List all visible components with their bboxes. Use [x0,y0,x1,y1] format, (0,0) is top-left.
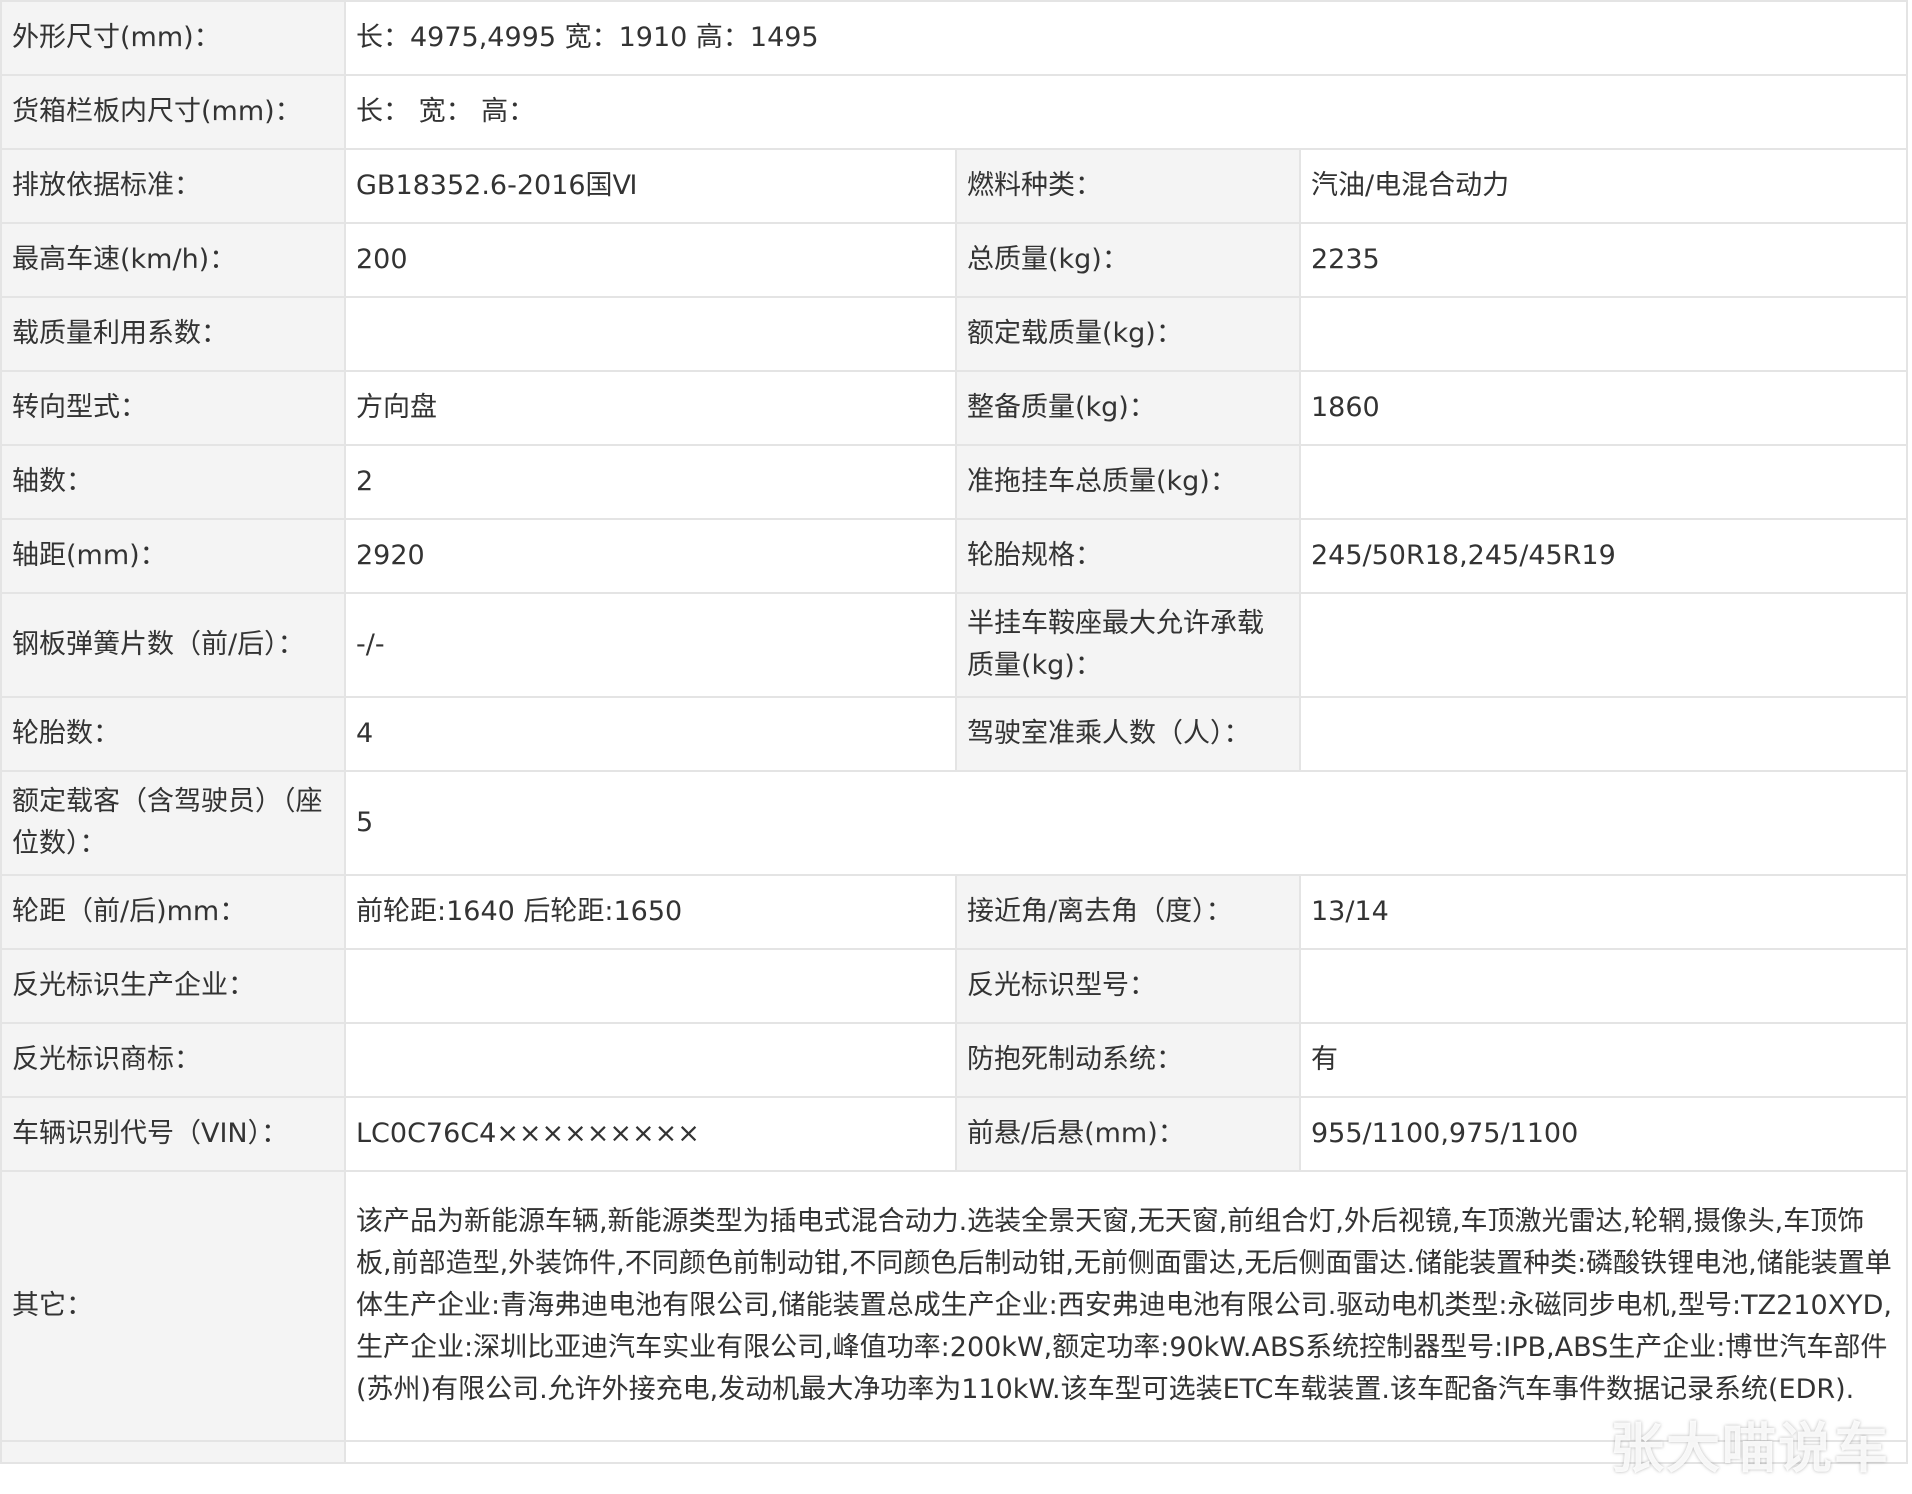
table-row: 轴距(mm)： 2920 轮胎规格： 245/50R18,245/45R19 [0,518,1909,594]
reflector-brand-value [344,1022,957,1098]
reflector-model-value [1298,948,1909,1024]
track-value: 前轮距:1640 后轮距:1650 [344,874,957,950]
axles-value: 2 [344,444,957,520]
wheelbase-label: 轴距(mm)： [0,518,346,594]
trailer-mass-label: 准拖挂车总质量(kg)： [955,444,1301,520]
table-row: 轴数： 2 准拖挂车总质量(kg)： [0,444,1909,520]
abs-label: 防抱死制动系统： [955,1022,1301,1098]
rated-load-label: 额定载质量(kg)： [955,296,1301,372]
passengers-value: 5 [343,770,1909,876]
gross-mass-value: 2235 [1298,222,1909,298]
gross-mass-label: 总质量(kg)： [955,222,1301,298]
load-factor-label: 载质量利用系数： [0,296,346,372]
cab-occupants-value [1298,696,1909,772]
vin-label: 车辆识别代号（VIN）： [0,1096,346,1172]
reflector-maker-value [344,948,957,1024]
vehicle-spec-table: 外形尺寸(mm)： 长：4975,4995 宽：1910 高：1495 货箱栏板… [0,0,1909,1464]
axles-label: 轴数： [0,444,346,520]
curb-mass-label: 整备质量(kg)： [955,370,1301,446]
cab-occupants-label: 驾驶室准乘人数（人）： [955,696,1301,772]
empty-cell [0,1440,346,1464]
table-row: 轮距（前/后)mm： 前轮距:1640 后轮距:1650 接近角/离去角（度）：… [0,874,1909,950]
table-row: 钢板弹簧片数（前/后）： -/- 半挂车鞍座最大允许承载质量(kg)： [0,592,1909,698]
abs-value: 有 [1298,1022,1909,1098]
table-row: 反光标识商标： 防抱死制动系统： 有 [0,1022,1909,1098]
leaf-springs-value: -/- [344,592,957,698]
table-row: 货箱栏板内尺寸(mm)： 长： 宽： 高： [0,74,1909,150]
saddle-load-value [1298,592,1909,698]
vin-value: LC0C76C4××××××××× [344,1096,957,1172]
top-speed-value: 200 [344,222,957,298]
other-label: 其它： [0,1170,346,1442]
reflector-brand-label: 反光标识商标： [0,1022,346,1098]
tire-spec-value: 245/50R18,245/45R19 [1298,518,1909,594]
top-speed-label: 最高车速(km/h)： [0,222,346,298]
tire-count-value: 4 [344,696,957,772]
table-row: 额定载客（含驾驶员）（座位数）： 5 [0,770,1909,876]
table-row: 轮胎数： 4 驾驶室准乘人数（人）： [0,696,1909,772]
tire-spec-label: 轮胎规格： [955,518,1301,594]
curb-mass-value: 1860 [1298,370,1909,446]
passengers-label: 额定载客（含驾驶员）（座位数）： [0,770,346,876]
table-row: 载质量利用系数： 额定载质量(kg)： [0,296,1909,372]
dimensions-value: 长：4975,4995 宽：1910 高：1495 [343,0,1909,76]
fuel-type-value: 汽油/电混合动力 [1298,148,1909,224]
saddle-load-label: 半挂车鞍座最大允许承载质量(kg)： [955,592,1301,698]
cargo-box-value: 长： 宽： 高： [343,74,1909,150]
dimensions-label: 外形尺寸(mm)： [0,0,346,76]
tire-count-label: 轮胎数： [0,696,346,772]
table-row: 外形尺寸(mm)： 长：4975,4995 宽：1910 高：1495 [0,0,1909,76]
emission-value: GB18352.6-2016国Ⅵ [344,148,957,224]
table-row: 转向型式： 方向盘 整备质量(kg)： 1860 [0,370,1909,446]
trailer-mass-value [1298,444,1909,520]
fuel-type-label: 燃料种类： [955,148,1301,224]
wheelbase-value: 2920 [344,518,957,594]
overhang-value: 955/1100,975/1100 [1298,1096,1909,1172]
table-row: 其它： 该产品为新能源车辆,新能源类型为插电式混合动力.选装全景天窗,无天窗,前… [0,1170,1909,1442]
table-row: 反光标识生产企业： 反光标识型号： [0,948,1909,1024]
table-row: 排放依据标准： GB18352.6-2016国Ⅵ 燃料种类： 汽油/电混合动力 [0,148,1909,224]
cargo-box-label: 货箱栏板内尺寸(mm)： [0,74,346,150]
overhang-label: 前悬/后悬(mm)： [955,1096,1301,1172]
rated-load-value [1298,296,1909,372]
table-row: 最高车速(km/h)： 200 总质量(kg)： 2235 [0,222,1909,298]
load-factor-value [344,296,957,372]
steering-value: 方向盘 [344,370,957,446]
watermark: 张大喵说车 [1610,1417,1890,1480]
reflector-model-label: 反光标识型号： [955,948,1301,1024]
angles-value: 13/14 [1298,874,1909,950]
emission-label: 排放依据标准： [0,148,346,224]
leaf-springs-label: 钢板弹簧片数（前/后）： [0,592,346,698]
angles-label: 接近角/离去角（度）： [955,874,1301,950]
other-value: 该产品为新能源车辆,新能源类型为插电式混合动力.选装全景天窗,无天窗,前组合灯,… [343,1170,1909,1442]
table-row: 车辆识别代号（VIN）： LC0C76C4××××××××× 前悬/后悬(mm)… [0,1096,1909,1172]
reflector-maker-label: 反光标识生产企业： [0,948,346,1024]
track-label: 轮距（前/后)mm： [0,874,346,950]
steering-label: 转向型式： [0,370,346,446]
